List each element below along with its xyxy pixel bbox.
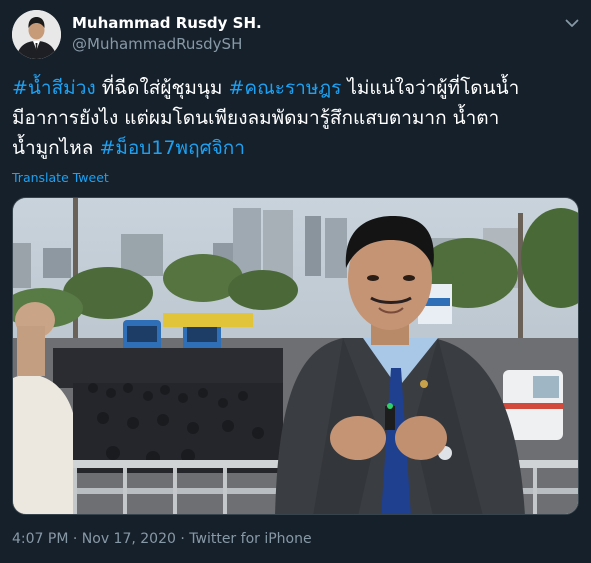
display-name[interactable]: Muhammad Rusdy SH. [72, 14, 262, 32]
tweet-text-line: #น้ำสีม่วง ที่ฉีดใส่ผู้ชุมนุม #คณะราษฎร … [12, 73, 584, 103]
tweet-text-line: มีอาการยังไง แต่ผมโดนเพียงลมพัดมารู้สึกแ… [12, 107, 500, 129]
hashtag-link[interactable]: #ม็อบ17พฤศจิกา [99, 137, 245, 159]
user-handle[interactable]: @MuhammadRusdySH [72, 35, 242, 53]
tweet-source[interactable]: Twitter for iPhone [189, 531, 311, 547]
tweet-text-line: น้ำมูกไหล #ม็อบ17พฤศจิกา [12, 133, 584, 163]
chevron-down-icon[interactable] [563, 14, 581, 32]
translate-tweet-link[interactable]: Translate Tweet [12, 170, 109, 185]
tweet-text-segment: ที่ฉีดใส่ผู้ชุมนุม [95, 77, 229, 99]
tweet-text-segment: น้ำมูกไหล [12, 137, 100, 159]
tweet-date[interactable]: Nov 17, 2020 [82, 531, 176, 547]
tweet-text: #น้ำสีม่วง ที่ฉีดใส่ผู้ชุมนุม #คณะราษฎร … [12, 73, 584, 163]
tweet-text-segment: ไม่แน่ใจว่าผู้ที่โดนน้ำ [341, 77, 520, 99]
meta-separator: · [68, 531, 82, 547]
meta-separator: · [175, 531, 190, 547]
tweet-card: Muhammad Rusdy SH. @MuhammadRusdySH #น้ำ… [0, 0, 591, 563]
video-still-image [13, 198, 578, 514]
tweet-time[interactable]: 4:07 PM [12, 531, 68, 547]
hashtag-link[interactable]: #น้ำสีม่วง [12, 77, 96, 99]
hashtag-link[interactable]: #คณะราษฎร [228, 77, 341, 99]
tweet-media-video[interactable] [12, 197, 579, 515]
avatar[interactable] [12, 10, 61, 59]
tweet-meta: 4:07 PM · Nov 17, 2020 · Twitter for iPh… [12, 531, 312, 547]
avatar-image [12, 10, 61, 59]
